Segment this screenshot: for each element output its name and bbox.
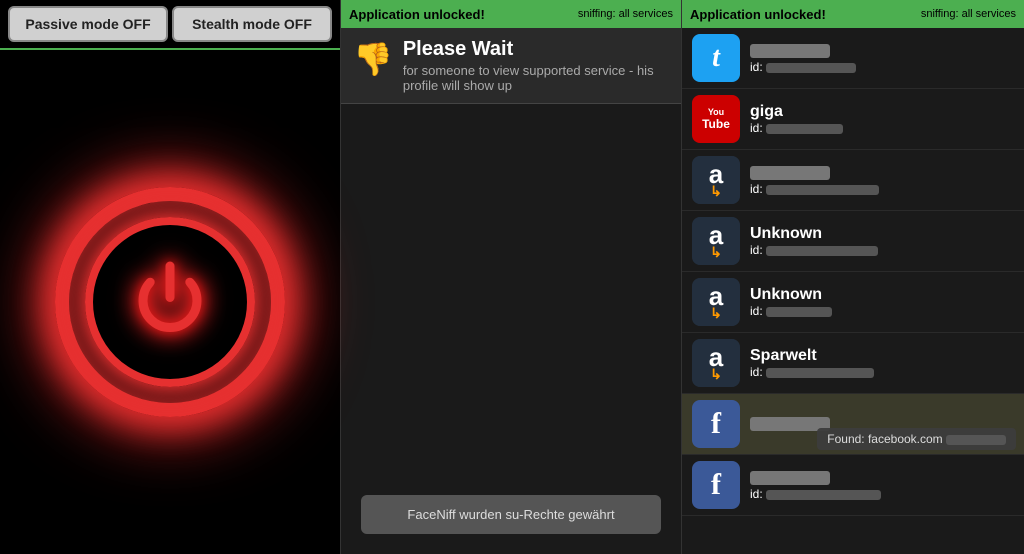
service-id: id: bbox=[750, 304, 1014, 318]
service-item[interactable]: You Tube giga id: bbox=[682, 89, 1024, 150]
stealth-mode-button[interactable]: Stealth mode OFF bbox=[172, 6, 332, 42]
toast-message: FaceNiff wurden su-Rechte gewährt bbox=[361, 495, 661, 534]
left-panel: Passive mode OFF Stealth mode OFF bbox=[0, 0, 340, 554]
service-item[interactable]: f id: bbox=[682, 455, 1024, 516]
service-item[interactable]: t id: bbox=[682, 28, 1024, 89]
amazon-logo-icon: a ↳ bbox=[692, 217, 740, 265]
service-info: Sparwelt id: bbox=[750, 347, 1014, 379]
service-name bbox=[750, 469, 830, 486]
service-info: id: bbox=[750, 164, 1014, 196]
facebook-logo-icon: f bbox=[692, 461, 740, 509]
right-header: Application unlocked! sniffing: all serv… bbox=[682, 0, 1024, 28]
power-area bbox=[0, 50, 340, 554]
service-id: id: bbox=[750, 365, 1014, 379]
power-button-container[interactable] bbox=[50, 182, 290, 422]
service-id: id: bbox=[750, 121, 1014, 135]
found-badge: Found: facebook.com bbox=[817, 428, 1016, 450]
right-header-title: Application unlocked! bbox=[690, 7, 826, 22]
service-name: Unknown bbox=[750, 286, 822, 303]
wait-subtitle: for someone to view supported service - … bbox=[403, 63, 669, 93]
facebook-logo-icon: f bbox=[692, 400, 740, 448]
service-item[interactable]: a ↳ Unknown id: bbox=[682, 272, 1024, 333]
middle-content bbox=[341, 104, 681, 485]
wait-title: Please Wait bbox=[403, 38, 669, 61]
middle-header-sniff: sniffing: all services bbox=[578, 8, 673, 20]
youtube-logo-icon: You Tube bbox=[692, 95, 740, 143]
top-bar: Passive mode OFF Stealth mode OFF bbox=[0, 0, 340, 50]
service-list: t id: You Tube giga id: a ↳ id: a ↳ Unkn… bbox=[682, 28, 1024, 554]
service-id: id: bbox=[750, 243, 1014, 257]
service-id: id: bbox=[750, 182, 1014, 196]
service-name: Unknown bbox=[750, 225, 822, 242]
right-panel: Application unlocked! sniffing: all serv… bbox=[682, 0, 1024, 554]
wait-text-area: Please Wait for someone to view supporte… bbox=[403, 38, 669, 93]
middle-header: Application unlocked! sniffing: all serv… bbox=[341, 0, 681, 28]
amazon-logo-icon: a ↳ bbox=[692, 156, 740, 204]
amazon-logo-icon: a ↳ bbox=[692, 339, 740, 387]
thumbs-down-icon: 👎 bbox=[353, 40, 393, 78]
service-info: Unknown id: bbox=[750, 225, 1014, 257]
service-item[interactable]: a ↳ Sparwelt id: bbox=[682, 333, 1024, 394]
service-id: id: bbox=[750, 487, 1014, 501]
right-header-sniff: sniffing: all services bbox=[921, 8, 1016, 20]
service-info: id: bbox=[750, 42, 1014, 74]
service-item[interactable]: f Found: facebook.com bbox=[682, 394, 1024, 455]
service-item[interactable]: a ↳ id: bbox=[682, 150, 1024, 211]
service-info: id: bbox=[750, 469, 1014, 501]
service-name bbox=[750, 42, 830, 59]
wait-notification: 👎 Please Wait for someone to view suppor… bbox=[341, 28, 681, 104]
middle-header-title: Application unlocked! bbox=[349, 7, 485, 22]
middle-panel: Application unlocked! sniffing: all serv… bbox=[340, 0, 682, 554]
service-info: Unknown id: bbox=[750, 286, 1014, 318]
amazon-logo-icon: a ↳ bbox=[692, 278, 740, 326]
service-name: giga bbox=[750, 103, 783, 120]
service-name: Sparwelt bbox=[750, 347, 817, 364]
twitter-logo-icon: t bbox=[692, 34, 740, 82]
power-icon bbox=[120, 252, 220, 352]
service-item[interactable]: a ↳ Unknown id: bbox=[682, 211, 1024, 272]
passive-mode-button[interactable]: Passive mode OFF bbox=[8, 6, 168, 42]
service-info: giga id: bbox=[750, 103, 1014, 135]
service-name bbox=[750, 164, 830, 181]
service-id: id: bbox=[750, 60, 1014, 74]
